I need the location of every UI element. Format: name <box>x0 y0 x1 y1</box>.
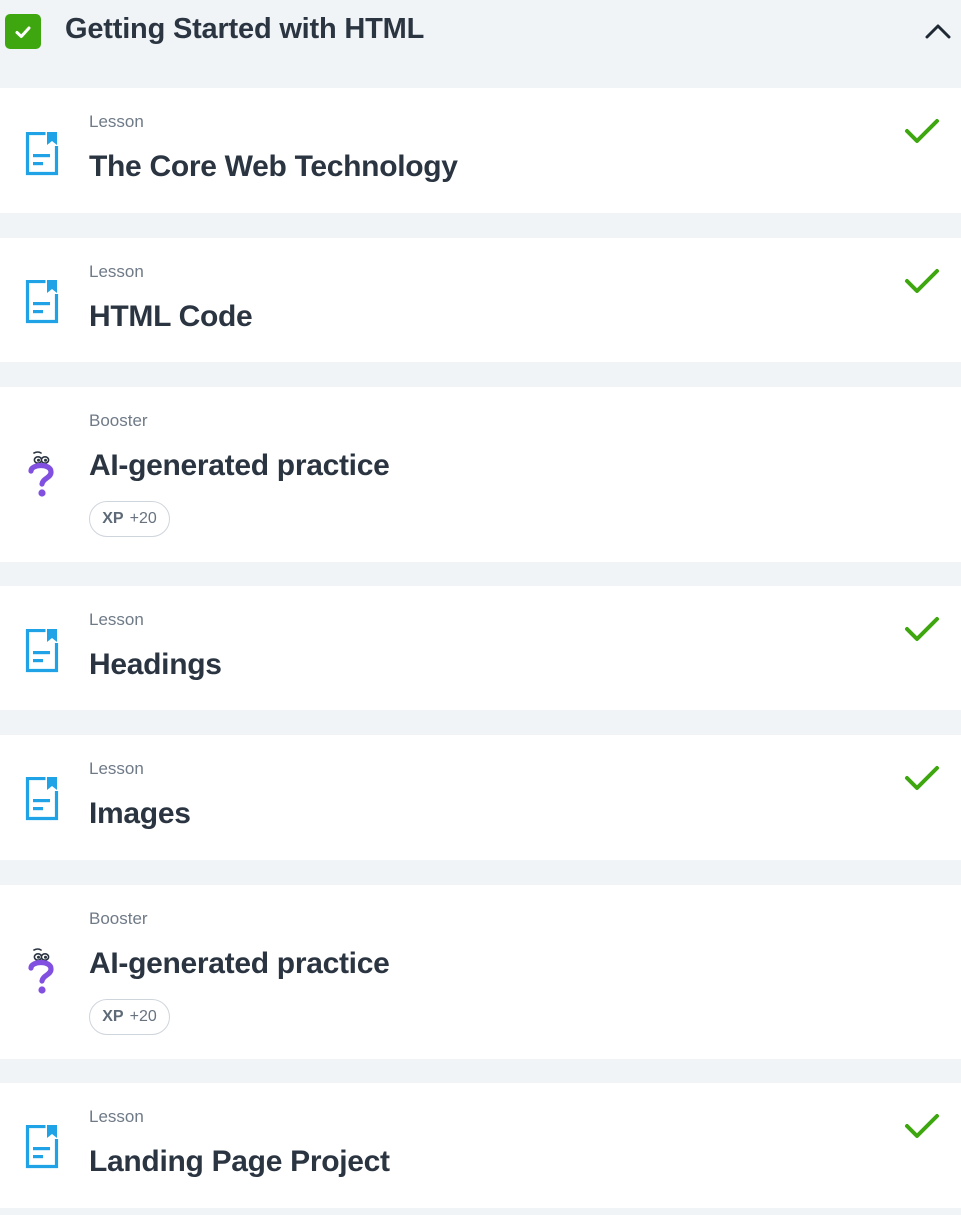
item-title: AI-generated practice <box>89 449 390 482</box>
module-complete-checkbox-icon <box>5 14 41 49</box>
lesson-document-icon <box>22 776 62 821</box>
list-item-lesson[interactable]: Lesson Images <box>0 735 961 860</box>
checkmark-icon <box>903 614 941 644</box>
item-type-label: Lesson <box>89 1107 144 1126</box>
item-title: Landing Page Project <box>89 1145 390 1178</box>
list-item-lesson[interactable]: Lesson The Core Web Technology <box>0 88 961 213</box>
question-mark-icon <box>24 948 58 996</box>
item-type-label: Booster <box>89 909 148 928</box>
checkmark-icon <box>903 1111 941 1141</box>
xp-value: +20 <box>129 510 157 527</box>
xp-label: XP <box>102 510 124 527</box>
checkmark-icon <box>903 763 941 793</box>
item-type-label: Lesson <box>89 610 144 629</box>
item-type-label: Lesson <box>89 262 144 281</box>
item-type-label: Booster <box>89 411 148 430</box>
list-item-lesson[interactable]: Lesson HTML Code <box>0 238 961 362</box>
chevron-up-icon[interactable] <box>918 17 958 45</box>
item-type-label: Lesson <box>89 759 144 778</box>
course-module: Getting Started with HTML Lesson The Cor… <box>0 0 961 1215</box>
item-title: HTML Code <box>89 300 253 333</box>
list-item-lesson[interactable]: Lesson Landing Page Project <box>0 1083 961 1208</box>
module-title: Getting Started with HTML <box>65 13 425 45</box>
xp-label: XP <box>102 1008 124 1025</box>
checkmark-icon <box>903 116 941 146</box>
lesson-document-icon <box>22 279 62 324</box>
lesson-document-icon <box>22 628 62 673</box>
question-mark-icon <box>24 451 58 499</box>
module-header[interactable]: Getting Started with HTML <box>0 0 961 62</box>
list-item-booster[interactable]: Booster AI-generated practice XP +20 <box>0 387 961 562</box>
xp-value: +20 <box>129 1008 157 1025</box>
item-title: The Core Web Technology <box>89 150 458 183</box>
checkmark-icon <box>903 266 941 296</box>
lesson-document-icon <box>22 1124 62 1169</box>
xp-reward-badge: XP +20 <box>89 501 170 537</box>
item-type-label: Lesson <box>89 112 144 131</box>
item-title: Images <box>89 797 191 830</box>
item-title: Headings <box>89 648 222 681</box>
xp-reward-badge: XP +20 <box>89 999 170 1035</box>
lesson-document-icon <box>22 131 62 176</box>
item-title: AI-generated practice <box>89 947 390 980</box>
list-item-booster[interactable]: Booster AI-generated practice XP +20 <box>0 885 961 1059</box>
list-item-lesson[interactable]: Lesson Headings <box>0 586 961 710</box>
